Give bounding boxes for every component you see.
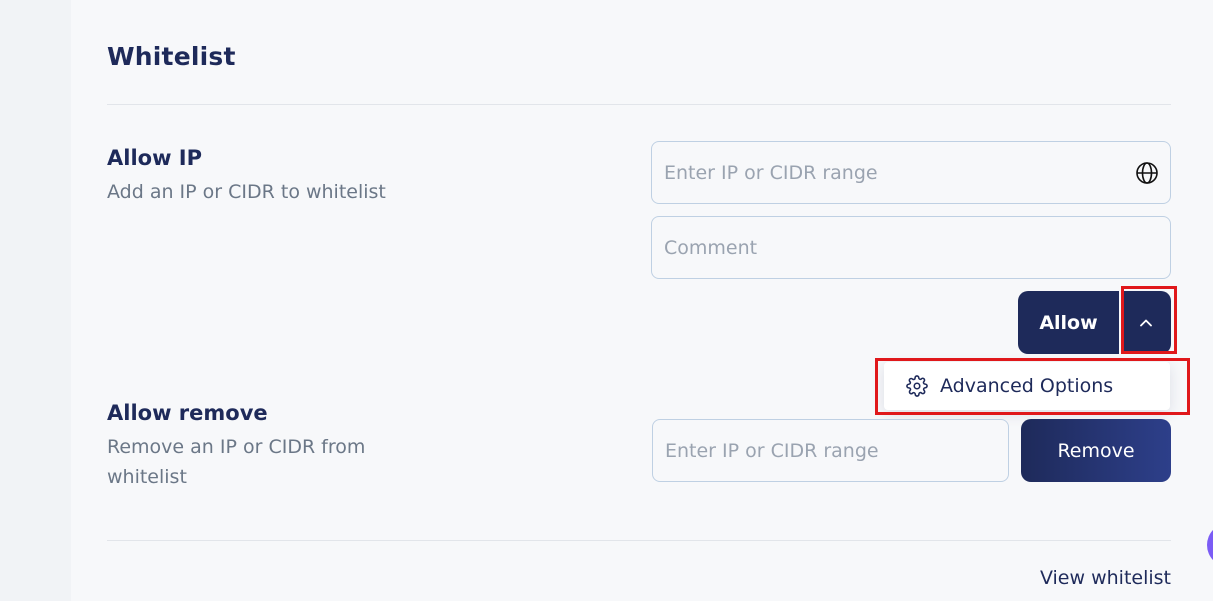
chevron-up-icon	[1137, 314, 1155, 332]
remove-button[interactable]: Remove	[1021, 419, 1171, 482]
advanced-options-label: Advanced Options	[940, 375, 1114, 397]
divider	[107, 104, 1171, 105]
allow-ip-description: Add an IP or CIDR to whitelist	[107, 181, 386, 203]
divider	[107, 540, 1171, 541]
advanced-options-menu-item[interactable]: Advanced Options	[884, 362, 1170, 410]
allow-options-toggle[interactable]	[1121, 291, 1171, 354]
globe-icon	[1134, 160, 1160, 186]
view-whitelist-link[interactable]: View whitelist	[1040, 567, 1171, 589]
page-title: Whitelist	[107, 42, 236, 71]
gear-icon	[906, 375, 928, 397]
comment-input-wrapper	[651, 216, 1171, 279]
allow-ip-input-wrapper	[651, 141, 1171, 204]
allow-ip-title: Allow IP	[107, 146, 202, 170]
allow-button[interactable]: Allow	[1018, 291, 1119, 354]
allow-remove-description: Remove an IP or CIDR from whitelist	[107, 436, 366, 488]
allow-remove-title: Allow remove	[107, 401, 268, 425]
remove-ip-input[interactable]	[653, 420, 1008, 481]
whitelist-panel: Whitelist Allow IP Add an IP or CIDR to …	[71, 0, 1213, 601]
remove-ip-input-wrapper	[652, 419, 1009, 482]
allow-ip-input[interactable]	[652, 142, 1134, 203]
comment-input[interactable]	[652, 217, 1170, 278]
